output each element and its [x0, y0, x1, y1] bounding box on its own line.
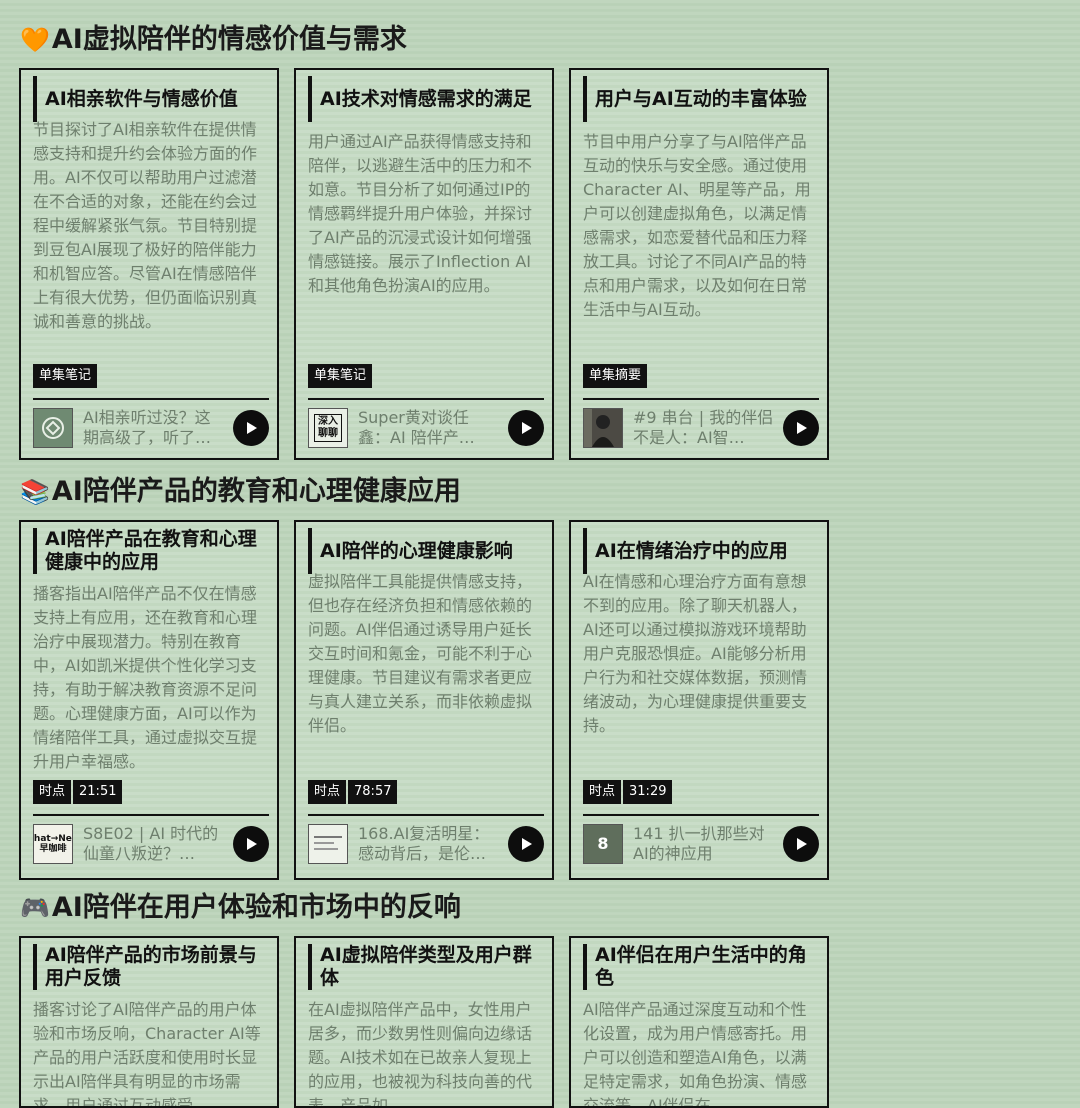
card-title: AI相亲软件与情感价值 [33, 76, 265, 122]
card[interactable]: AI陪伴产品在教育和心理健康中的应用 播客指出AI陪伴产品不仅在情感支持上有应用… [19, 520, 279, 880]
tag: 时点 [33, 780, 72, 804]
card[interactable]: 用户与AI互动的丰富体验 节目中用户分享了与AI陪伴产品互动的快乐与安全感。通过… [569, 68, 829, 460]
divider [33, 398, 269, 400]
episode-title[interactable]: 141 扒一扒那些对AI的神应用 [633, 824, 775, 866]
play-icon [797, 422, 807, 434]
divider [308, 398, 544, 400]
timestamp: 78:57 [348, 780, 398, 804]
play-icon [522, 838, 532, 850]
episode-title[interactable]: #9 串台 | 我的伴侣不是人：AI智… [633, 408, 775, 450]
play-button[interactable] [233, 410, 269, 446]
card[interactable]: AI陪伴产品的市场前景与用户反馈 播客讨论了AI陪伴产品的用户体验和市场反响，C… [19, 936, 279, 1108]
timestamp: 31:29 [623, 780, 673, 804]
card-title: AI伴侣在用户生活中的角色 [583, 944, 815, 990]
card-body: 用户通过AI产品获得情感支持和陪伴，以逃避生活中的压力和不如意。节目分析了如何通… [308, 132, 533, 295]
episode-row[interactable]: 深入聊聊 Super黄对谈任鑫：AI 陪伴产… [308, 408, 544, 452]
card-title: AI技术对情感需求的满足 [308, 76, 540, 122]
card-body: 节目探讨了AI相亲软件在提供情感支持和提升约会体验方面的作用。AI不仅可以帮助用… [33, 120, 258, 331]
episode-title[interactable]: Super黄对谈任鑫：AI 陪伴产… [358, 408, 500, 450]
podcast-cover-icon: What→Next 早咖啡 [33, 824, 73, 864]
episode-row[interactable]: 8 141 扒一扒那些对AI的神应用 [583, 824, 819, 868]
play-icon [797, 838, 807, 850]
play-button[interactable] [508, 410, 544, 446]
play-button[interactable] [783, 826, 819, 862]
podcast-cover-icon [583, 408, 623, 448]
card-body: AI在情感和心理治疗方面有意想不到的应用。除了聊天机器人，AI还可以通过模拟游戏… [583, 572, 808, 735]
card[interactable]: AI技术对情感需求的满足 用户通过AI产品获得情感支持和陪伴，以逃避生活中的压力… [294, 68, 554, 460]
card-title: AI陪伴产品在教育和心理健康中的应用 [33, 528, 265, 574]
episode-row[interactable]: 168.AI复活明星：感动背后，是伦… [308, 824, 544, 868]
tag: 单集摘要 [583, 364, 648, 388]
episode-row[interactable]: AI相亲听过没？这期高级了，听了… [33, 408, 269, 452]
card[interactable]: AI陪伴的心理健康影响 虚拟陪伴工具能提供情感支持，但也存在经济负担和情感依赖的… [294, 520, 554, 880]
card-title: AI陪伴产品的市场前景与用户反馈 [33, 944, 265, 990]
card-title: AI陪伴的心理健康影响 [308, 528, 540, 574]
podcast-cover-icon: 8 [583, 824, 623, 864]
card-body: AI陪伴产品通过深度互动和个性化设置，成为用户情感寄托。用户可以创造和塑造AI角… [583, 1000, 808, 1108]
tag-row: 单集摘要 [583, 364, 648, 388]
card[interactable]: AI在情绪治疗中的应用 AI在情感和心理治疗方面有意想不到的应用。除了聊天机器人… [569, 520, 829, 880]
play-icon [247, 422, 257, 434]
play-button[interactable] [233, 826, 269, 862]
divider [583, 814, 819, 816]
play-button[interactable] [508, 826, 544, 862]
card-title: AI在情绪治疗中的应用 [583, 528, 815, 574]
episode-title[interactable]: S8E02 | AI 时代的仙童八叛逆？… [83, 824, 225, 866]
tag: 单集笔记 [308, 364, 373, 388]
tag-row: 时点 78:57 [308, 780, 398, 804]
game-controller-icon: 🎮 [20, 894, 50, 922]
episode-title[interactable]: 168.AI复活明星：感动背后，是伦… [358, 824, 500, 866]
tag: 单集笔记 [33, 364, 98, 388]
card[interactable]: AI伴侣在用户生活中的角色 AI陪伴产品通过深度互动和个性化设置，成为用户情感寄… [569, 936, 829, 1108]
books-icon: 📚 [20, 478, 50, 506]
play-icon [522, 422, 532, 434]
card[interactable]: AI虚拟陪伴类型及用户群体 在AI虚拟陪伴产品中，女性用户居多，而少数男性则偏向… [294, 936, 554, 1108]
episode-title[interactable]: AI相亲听过没？这期高级了，听了… [83, 408, 225, 450]
card-body: 播客讨论了AI陪伴产品的用户体验和市场反响，Character AI等产品的用户… [33, 1000, 261, 1108]
tag: 时点 [583, 780, 622, 804]
card-title: 用户与AI互动的丰富体验 [583, 76, 815, 122]
tag: 时点 [308, 780, 347, 804]
tag-row: 单集笔记 [33, 364, 98, 388]
podcast-cover-icon [308, 824, 348, 864]
card-body: 虚拟陪伴工具能提供情感支持，但也存在经济负担和情感依赖的问题。AI伴侣通过诱导用… [308, 572, 533, 735]
heart-icon: 🧡 [20, 26, 50, 54]
section-title: 🧡 AI虚拟陪伴的情感价值与需求 [20, 20, 407, 60]
tag-row: 时点 21:51 [33, 780, 123, 804]
podcast-cover-icon: 深入聊聊 [308, 408, 348, 448]
divider [308, 814, 544, 816]
play-button[interactable] [783, 410, 819, 446]
podcast-cover-icon [33, 408, 73, 448]
episode-row[interactable]: #9 串台 | 我的伴侣不是人：AI智… [583, 408, 819, 452]
timestamp: 21:51 [73, 780, 123, 804]
card-title: AI虚拟陪伴类型及用户群体 [308, 944, 540, 990]
tag-row: 单集笔记 [308, 364, 373, 388]
card-body: 节目中用户分享了与AI陪伴产品互动的快乐与安全感。通过使用Character A… [583, 132, 811, 319]
play-icon [247, 838, 257, 850]
divider [33, 814, 269, 816]
card-body: 在AI虚拟陪伴产品中，女性用户居多，而少数男性则偏向边缘话题。AI技术如在已故亲… [308, 1000, 533, 1108]
card-body: 播客指出AI陪伴产品不仅在情感支持上有应用，还在教育和心理治疗中展现潜力。特别在… [33, 584, 258, 771]
divider [583, 398, 819, 400]
episode-row[interactable]: What→Next 早咖啡 S8E02 | AI 时代的仙童八叛逆？… [33, 824, 269, 868]
section-title: 📚 AI陪伴产品的教育和心理健康应用 [20, 472, 461, 512]
tag-row: 时点 31:29 [583, 780, 673, 804]
section-title: 🎮 AI陪伴在用户体验和市场中的反响 [20, 888, 461, 928]
card[interactable]: AI相亲软件与情感价值 节目探讨了AI相亲软件在提供情感支持和提升约会体验方面的… [19, 68, 279, 460]
